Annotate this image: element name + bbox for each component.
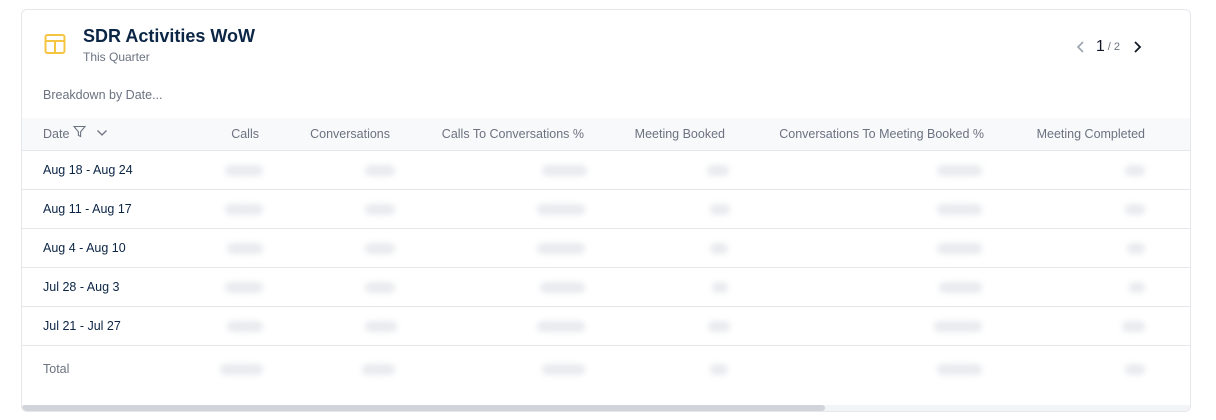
column-header-conversations[interactable]: Conversations (292, 118, 390, 150)
blurred-value (225, 282, 263, 293)
blurred-value (708, 321, 730, 332)
pager: 1 / 2 (1074, 37, 1144, 57)
column-header-calls[interactable]: Calls (222, 118, 259, 150)
chevron-right-icon[interactable] (1130, 39, 1144, 55)
scrollbar-thumb[interactable] (22, 405, 825, 411)
blurred-value (1122, 321, 1145, 332)
breakdown-label[interactable]: Breakdown by Date... (43, 88, 163, 102)
column-header-conversations-to-meeting-booked[interactable]: Conversations To Meeting Booked % (762, 118, 984, 150)
pager-current: 1 (1095, 38, 1105, 55)
horizontal-scrollbar[interactable] (22, 405, 1190, 411)
blurred-value (707, 165, 729, 176)
blurred-value (365, 321, 397, 332)
blurred-value (220, 364, 263, 375)
column-label-date: Date (43, 127, 70, 141)
column-header-date[interactable]: Date (43, 118, 108, 150)
row-date[interactable]: Jul 28 - Aug 3 (43, 268, 119, 306)
blurred-value (225, 165, 263, 176)
table-icon (43, 32, 67, 56)
blurred-value (712, 282, 728, 293)
widget-title: SDR Activities WoW (83, 26, 256, 46)
blurred-value (710, 243, 728, 254)
column-header-meeting-booked[interactable]: Meeting Booked (617, 118, 725, 150)
blurred-value (540, 282, 585, 293)
blurred-value (937, 243, 982, 254)
blurred-value (1125, 204, 1145, 215)
pager-total: / 2 (1107, 41, 1120, 53)
blurred-value (1129, 282, 1145, 293)
blurred-value (537, 321, 585, 332)
blurred-value (1127, 243, 1145, 254)
blurred-value (542, 364, 585, 375)
widget-card: SDR Activities WoW This Quarter 1 / 2 Br… (21, 9, 1191, 412)
widget-header: SDR Activities WoW This Quarter 1 / 2 (22, 10, 1190, 80)
row-date[interactable]: Aug 18 - Aug 24 (43, 151, 133, 189)
chevron-down-icon[interactable] (96, 118, 108, 150)
table-row[interactable]: Aug 18 - Aug 24 (22, 151, 1190, 190)
blurred-value (225, 204, 263, 215)
chevron-left-icon[interactable] (1074, 39, 1088, 55)
blurred-value (537, 204, 585, 215)
blurred-value (542, 165, 587, 176)
column-header-calls-to-conversations[interactable]: Calls To Conversations % (422, 118, 584, 150)
blurred-value (710, 364, 728, 375)
table-header: Date Calls Conversations Calls To Conver… (22, 118, 1190, 151)
blurred-value (365, 204, 395, 215)
blurred-value (939, 282, 982, 293)
blurred-value (365, 165, 395, 176)
blurred-value (934, 321, 982, 332)
table-row[interactable]: Aug 4 - Aug 10 (22, 229, 1190, 268)
blurred-value (537, 243, 585, 254)
blurred-value (937, 364, 982, 375)
blurred-value (365, 243, 395, 254)
row-date[interactable]: Aug 4 - Aug 10 (43, 229, 126, 267)
blurred-value (1125, 165, 1145, 176)
row-date[interactable]: Aug 11 - Aug 17 (43, 190, 132, 228)
table-row[interactable]: Jul 21 - Jul 27 (22, 307, 1190, 346)
blurred-value (937, 204, 982, 215)
blurred-value (227, 321, 263, 332)
table-row[interactable]: Jul 28 - Aug 3 (22, 268, 1190, 307)
filter-icon[interactable] (73, 118, 87, 150)
blurred-value (362, 364, 395, 375)
column-header-meeting-completed[interactable]: Meeting Completed (1022, 118, 1145, 150)
widget-subtitle: This Quarter (83, 50, 150, 64)
row-date[interactable]: Jul 21 - Jul 27 (43, 307, 121, 345)
blurred-value (365, 282, 395, 293)
table-row[interactable]: Aug 11 - Aug 17 (22, 190, 1190, 229)
data-table: Date Calls Conversations Calls To Conver… (22, 118, 1190, 392)
blurred-value (227, 243, 263, 254)
blurred-value (710, 204, 730, 215)
blurred-value (937, 165, 982, 176)
table-total-row: Total (22, 346, 1190, 392)
blurred-value (1125, 364, 1145, 375)
total-label: Total (43, 362, 70, 376)
